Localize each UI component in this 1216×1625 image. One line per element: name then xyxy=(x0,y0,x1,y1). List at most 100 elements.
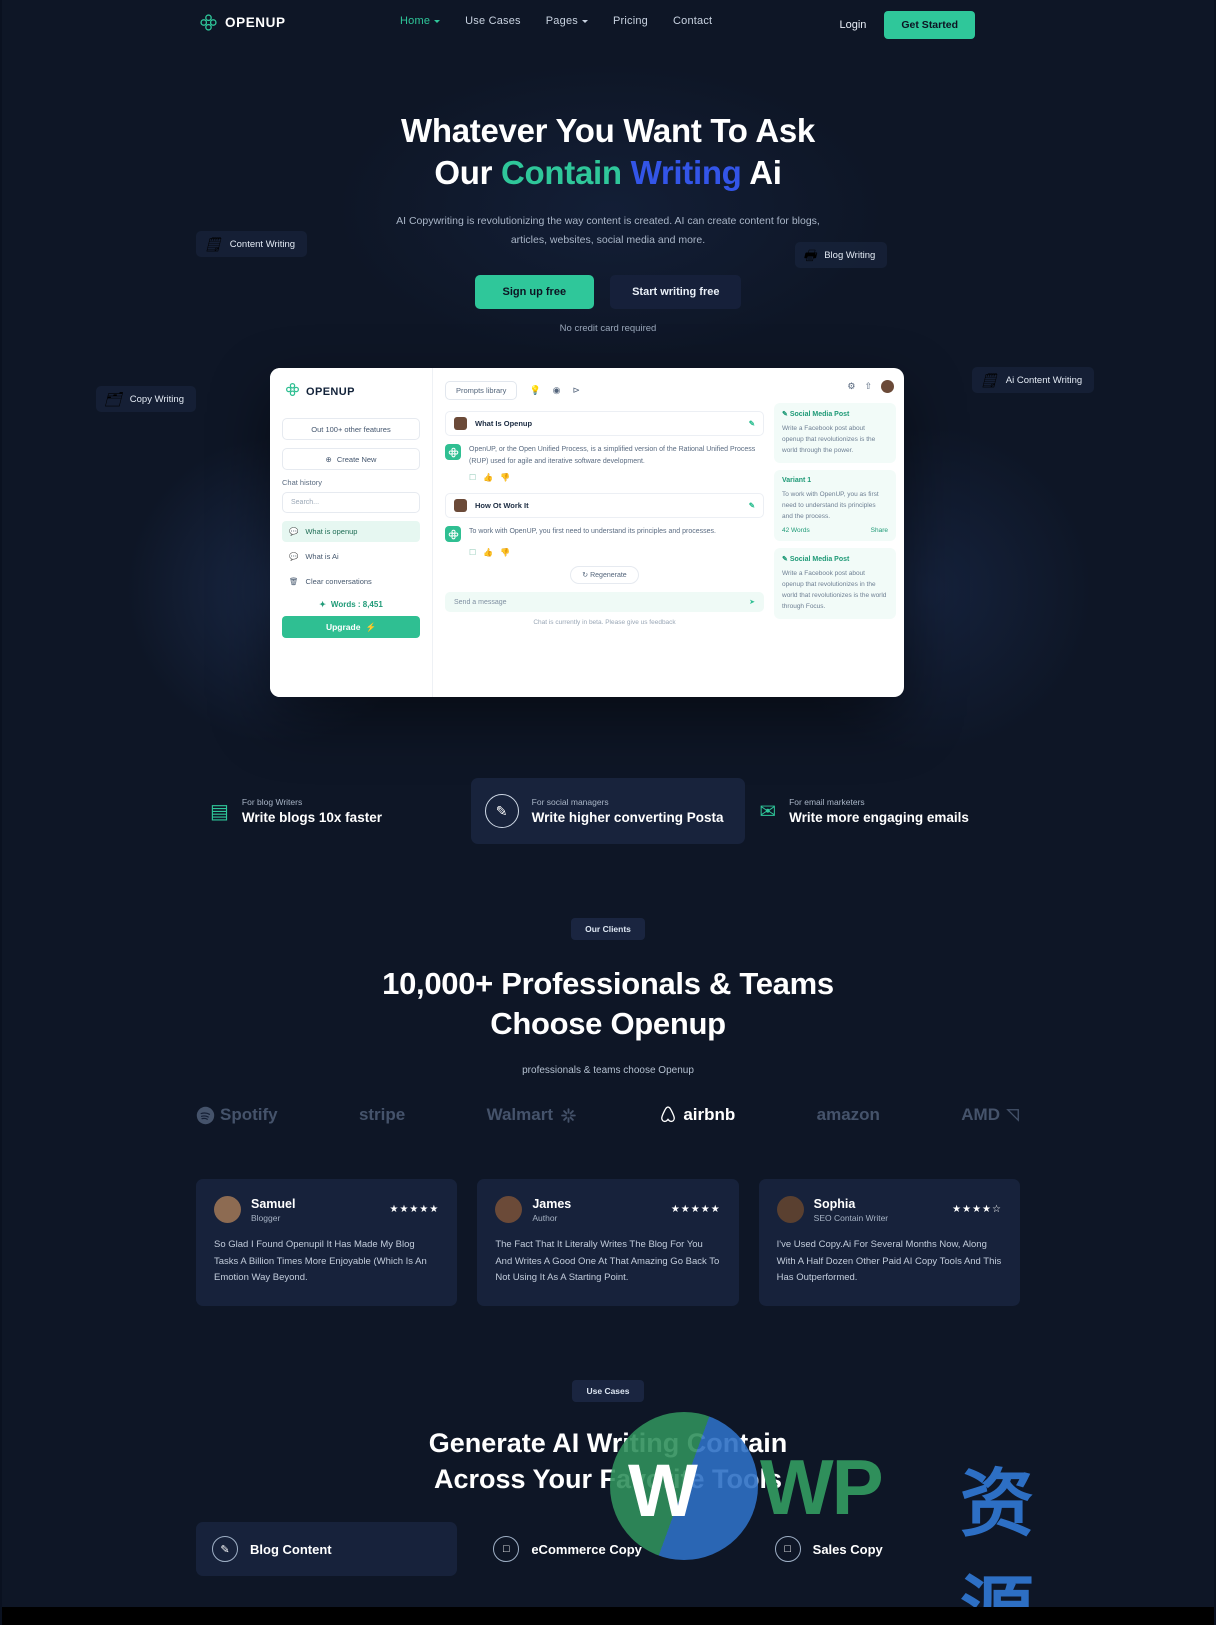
testimonial-card-samuel: Samuel Blogger ★★★★★ So Glad I Found Ope… xyxy=(196,1179,458,1306)
blog-screen-icon: ▤ xyxy=(210,800,229,823)
hero-section: Whatever You Want To Ask Our Contain Wri… xyxy=(0,110,1216,334)
mockup-clear-conversations[interactable]: 🗑 Clear conversations xyxy=(282,571,420,592)
settings-gear-icon[interactable]: ⚙ xyxy=(847,381,855,392)
mockup-result-card-1-words: 42 Words xyxy=(782,527,810,535)
signup-free-button[interactable]: Sign up free xyxy=(474,274,595,309)
chevron-down-icon xyxy=(581,19,588,23)
lightning-icon: ⚡ xyxy=(365,621,377,632)
nav-item-use-cases[interactable]: Use Cases xyxy=(465,15,521,27)
spotify-logo-label: Spotify xyxy=(220,1105,278,1124)
mockup-result-card-1-title: Variant 1 xyxy=(782,477,812,485)
edit-icon[interactable]: ✎ xyxy=(749,419,755,428)
feature-card-blog-writers[interactable]: ▤ For blog Writers Write blogs 10x faste… xyxy=(196,778,471,844)
clients-heading-line1: 10,000+ Professionals & Teams xyxy=(382,966,834,1001)
avatar[interactable] xyxy=(881,380,894,393)
walmart-logo-label: Walmart xyxy=(486,1105,554,1124)
mockup-answer-1: To work with OpenUP, you first need to u… xyxy=(469,528,716,536)
mockup-message-input[interactable]: Send a message ➤ xyxy=(445,592,764,613)
mockup-chat-item-what-is-openup[interactable]: 💬 What is openup xyxy=(282,521,420,542)
amazon-logo-label: amazon xyxy=(816,1105,880,1124)
mockup-answer-0: OpenUP, or the Open Unified Process, is … xyxy=(469,446,756,465)
typewriter-icon: 🖶 xyxy=(803,247,817,263)
testimonial-card-sophia: Sophia SEO Contain Writer ★★★★☆ I've Use… xyxy=(758,1179,1020,1306)
cart-circle-icon: □ xyxy=(493,1536,520,1562)
use-case-card-blog-content[interactable]: ✎ Blog Content xyxy=(196,1522,458,1576)
mockup-result-card-1-share[interactable]: Share xyxy=(871,527,888,534)
avatar xyxy=(214,1196,241,1223)
use-cases-heading: Generate AI Writing Contain Across Your … xyxy=(0,1426,1216,1498)
mockup-result-card-2-body: Write a Facebook post about openup that … xyxy=(782,570,887,611)
thumbs-up-icon[interactable]: 👍 xyxy=(483,473,493,482)
login-link[interactable]: Login xyxy=(839,19,866,31)
nav-item-contact[interactable]: Contact xyxy=(673,15,712,27)
mockup-other-features-button[interactable]: Out 100+ other features xyxy=(282,418,420,440)
avatar xyxy=(776,1196,804,1223)
target-icon[interactable]: ◉ xyxy=(553,385,561,396)
bot-avatar-icon xyxy=(445,526,461,543)
testimonial-1-body: The Fact That It Literally Writes The Bl… xyxy=(495,1239,720,1284)
clients-heading: 10,000+ Professionals & Teams Choose Ope… xyxy=(0,964,1216,1045)
hero-heading-contain: Contain xyxy=(501,153,631,191)
edit-icon[interactable]: ✎ xyxy=(749,501,755,510)
nav-item-pricing[interactable]: Pricing xyxy=(613,15,648,27)
nav-item-pages[interactable]: Pages xyxy=(546,15,588,27)
mockup-regenerate-button[interactable]: ↻ Regenerate xyxy=(570,566,639,585)
feature-card-0-title: Write blogs 10x faster xyxy=(241,810,382,825)
mockup-question-1: How Ot Work It xyxy=(475,501,529,511)
thumbs-down-icon[interactable]: 👎 xyxy=(500,548,510,557)
nav-item-pages-label: Pages xyxy=(545,15,578,27)
use-case-card-sales-copy[interactable]: □ Sales Copy xyxy=(759,1522,1020,1576)
airbnb-logo-icon: airbnb xyxy=(658,1105,735,1125)
top-navigation-bar: OPENUP Home Use Cases Pages Pricing Cont… xyxy=(0,0,1216,46)
copy-icon[interactable]: ☐ xyxy=(469,473,476,482)
stripe-logo-label: stripe xyxy=(358,1105,406,1124)
mockup-chat-item-what-is-ai[interactable]: 💬 What is Ai xyxy=(282,546,420,567)
mockup-word-count: ✦ Words : 8,451 xyxy=(282,600,420,609)
mockup-upgrade-button[interactable]: Upgrade ⚡ xyxy=(282,616,420,638)
walmart-logo-icon: Walmart xyxy=(487,1105,577,1125)
feature-row: ▤ For blog Writers Write blogs 10x faste… xyxy=(196,778,1020,844)
mockup-answer-row: To work with OpenUP, you first need to u… xyxy=(445,526,764,543)
mockup-prompts-library-button[interactable]: Prompts library xyxy=(445,381,518,400)
left-edge xyxy=(0,0,2,1625)
share-icon[interactable]: ⊳ xyxy=(573,385,581,396)
copy-icon[interactable]: ☐ xyxy=(469,548,476,557)
use-cases-section: Use Cases Generate AI Writing Contain Ac… xyxy=(0,1380,1216,1498)
thumbs-down-icon[interactable]: 👎 xyxy=(500,473,510,482)
mockup-brand-name: OPENUP xyxy=(306,386,355,398)
feature-card-social-managers[interactable]: ✎ For social managers Write higher conve… xyxy=(470,778,746,844)
nav-item-use-cases-label: Use Cases xyxy=(465,15,521,27)
stripe-logo-icon: stripe xyxy=(359,1105,405,1125)
feature-card-0-sub: For blog Writers xyxy=(241,797,303,807)
hero-heading-line1: Whatever You Want To Ask xyxy=(401,112,815,149)
nav-item-home[interactable]: Home xyxy=(400,15,441,27)
mockup-reaction-row: ☐ 👍 👎 xyxy=(469,473,764,482)
nav-item-home-label: Home xyxy=(400,15,431,27)
mockup-search-input[interactable]: Search... xyxy=(282,492,420,513)
nav-actions: Login Get Started xyxy=(839,11,975,39)
lightbulb-icon[interactable]: 💡 xyxy=(529,385,540,396)
edit-icon: ✎ xyxy=(782,411,788,418)
spotify-logo-icon: Spotify xyxy=(196,1105,278,1125)
floating-badge-ai-content-writing: 🗒 Ai Content Writing xyxy=(972,367,1095,393)
mockup-create-new-button[interactable]: ⊕ Create New xyxy=(282,448,420,470)
hero-heading-ai: Ai xyxy=(749,153,782,191)
mockup-footer-note: Chat is currently in beta. Please give u… xyxy=(533,619,676,627)
get-started-button[interactable]: Get Started xyxy=(884,11,975,39)
trash-icon: 🗑 xyxy=(289,577,299,586)
bottom-bar xyxy=(0,1607,1216,1625)
floating-badge-copy-writing: 🗂 Copy Writing xyxy=(96,386,196,412)
start-writing-free-button[interactable]: Start writing free xyxy=(610,274,742,309)
brand-logo[interactable]: OPENUP xyxy=(199,13,286,32)
avatar xyxy=(454,499,467,513)
use-case-card-2-title: Sales Copy xyxy=(812,1541,883,1557)
use-case-card-1-title: eCommerce Copy xyxy=(531,1541,642,1557)
send-icon[interactable]: ➤ xyxy=(749,598,755,606)
use-case-card-ecommerce-copy[interactable]: □ eCommerce Copy xyxy=(477,1522,738,1576)
thumbs-up-icon[interactable]: 👍 xyxy=(483,548,493,557)
upload-icon[interactable]: ⇧ xyxy=(864,381,872,392)
use-cases-heading-line2: Across Your Favorite Tools xyxy=(433,1463,783,1494)
nav-item-contact-label: Contact xyxy=(673,15,713,27)
hero-paragraph: AI Copywriting is revolutionizing the wa… xyxy=(396,214,820,247)
feature-card-email-marketers[interactable]: ✉ For email marketers Write more engagin… xyxy=(745,778,1020,844)
